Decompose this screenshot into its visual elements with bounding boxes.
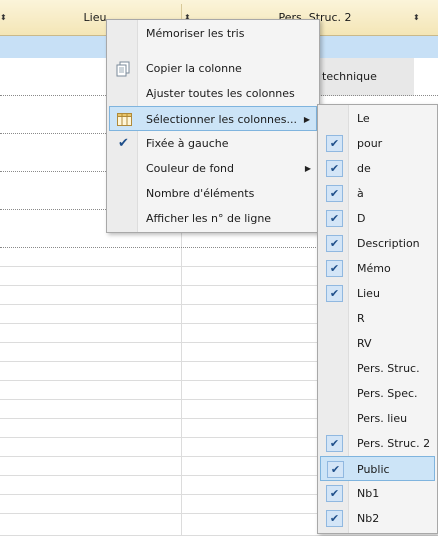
submenu-item-column[interactable]: R <box>320 306 435 331</box>
menu-item-ajuster-colonnes[interactable]: Ajuster toutes les colonnes <box>109 81 317 106</box>
menu-item-fixee-gauche[interactable]: ✔ Fixée à gauche <box>109 131 317 156</box>
checkbox-checked-icon: ✔ <box>326 235 343 252</box>
submenu-item-column[interactable]: Pers. Spec. <box>320 381 435 406</box>
submenu-item-label: Le <box>357 112 370 125</box>
sort-icon[interactable]: ⬍ <box>0 0 7 35</box>
menu-item-label: Mémoriser les tris <box>146 27 245 40</box>
checkbox-checked-icon: ✔ <box>326 485 343 502</box>
menu-item-nombre-elements[interactable]: Nombre d'éléments <box>109 181 317 206</box>
submenu-arrow-icon: ▶ <box>304 164 311 173</box>
submenu-item-label: Nb1 <box>357 487 380 500</box>
menu-item-label: Ajuster toutes les colonnes <box>146 87 295 100</box>
submenu-item-label: pour <box>357 137 383 150</box>
menu-item-copier-colonne[interactable]: Copier la colonne <box>109 56 317 81</box>
submenu-item-label: Pers. Spec. <box>357 387 418 400</box>
submenu-item-label: Pers. lieu <box>357 412 408 425</box>
submenu-item-column[interactable]: RV <box>320 331 435 356</box>
submenu-arrow-icon: ▶ <box>303 115 310 124</box>
menu-item-label: Copier la colonne <box>146 62 242 75</box>
submenu-item-label: Mémo <box>357 262 391 275</box>
checkbox-checked-icon: ✔ <box>326 210 343 227</box>
submenu-item-label: Lieu <box>357 287 380 300</box>
submenu-item-column[interactable]: ✔ Mémo <box>320 256 435 281</box>
submenu-item-column[interactable]: ✔ Nb2 <box>320 506 435 531</box>
columns-icon <box>116 111 133 128</box>
menu-item-selectionner-colonnes[interactable]: Sélectionner les colonnes... ▶ <box>109 106 317 131</box>
checkbox-checked-icon: ✔ <box>326 435 343 452</box>
submenu-item-column[interactable]: ✔ Pers. Struc. 2 <box>320 431 435 456</box>
checkbox-checked-icon: ✔ <box>326 285 343 302</box>
submenu-item-column[interactable]: ✔ Description <box>320 231 435 256</box>
checkmark-icon: ✔ <box>118 136 129 151</box>
submenu-item-column[interactable]: ✔ Nb1 <box>320 481 435 506</box>
menu-item-label: Couleur de fond <box>146 162 234 175</box>
submenu-item-column[interactable]: Pers. lieu <box>320 406 435 431</box>
menu-item-label: Afficher les n° de ligne <box>146 212 272 225</box>
submenu-item-label: Nb2 <box>357 512 380 525</box>
menu-item-label: Nombre d'éléments <box>146 187 255 200</box>
submenu-item-label: D <box>357 212 366 225</box>
menu-item-label: Sélectionner les colonnes... <box>146 113 297 126</box>
sort-icon[interactable]: ⬍ <box>413 0 420 35</box>
submenu-item-column[interactable]: ✔ Lieu <box>320 281 435 306</box>
menu-item-memoriser-tris[interactable]: Mémoriser les tris <box>109 21 317 46</box>
checkbox-checked-icon: ✔ <box>326 260 343 277</box>
checkbox-checked-icon: ✔ <box>326 185 343 202</box>
checkbox-checked-icon: ✔ <box>326 510 343 527</box>
checkbox-checked-icon: ✔ <box>327 461 344 478</box>
submenu-item-column[interactable]: ✔ à <box>320 181 435 206</box>
submenu-item-label: RV <box>357 337 372 350</box>
submenu-item-label: Description <box>357 237 420 250</box>
menu-item-afficher-numeros-ligne[interactable]: Afficher les n° de ligne <box>109 206 317 231</box>
copy-icon <box>115 60 132 77</box>
checkbox-checked-icon: ✔ <box>326 160 343 177</box>
checkbox-checked-icon: ✔ <box>326 135 343 152</box>
submenu-item-label: Pers. Struc. 2 <box>357 437 431 450</box>
submenu-item-label: à <box>357 187 364 200</box>
submenu-item-label: de <box>357 162 371 175</box>
submenu-item-column[interactable]: ✔ pour <box>320 131 435 156</box>
context-menu: Mémoriser les tris Copier la colonne Aju… <box>106 19 320 233</box>
submenu-item-label: R <box>357 312 365 325</box>
column-submenu: Le ✔ pour ✔ de ✔ à ✔ D ✔ Description ✔ Mémo ✔ Lieu R RV P… <box>317 104 438 534</box>
submenu-item-column[interactable]: ✔ D <box>320 206 435 231</box>
submenu-item-label: Public <box>357 463 390 476</box>
submenu-item-column[interactable]: Pers. Struc. <box>320 356 435 381</box>
submenu-item-column[interactable]: ✔ Public <box>320 456 435 481</box>
menu-item-label: Fixée à gauche <box>146 137 229 150</box>
submenu-item-column[interactable]: Le <box>320 106 435 131</box>
menu-item-couleur-fond[interactable]: Couleur de fond ▶ <box>109 156 317 181</box>
submenu-item-column[interactable]: ✔ de <box>320 156 435 181</box>
submenu-item-label: Pers. Struc. <box>357 362 420 375</box>
